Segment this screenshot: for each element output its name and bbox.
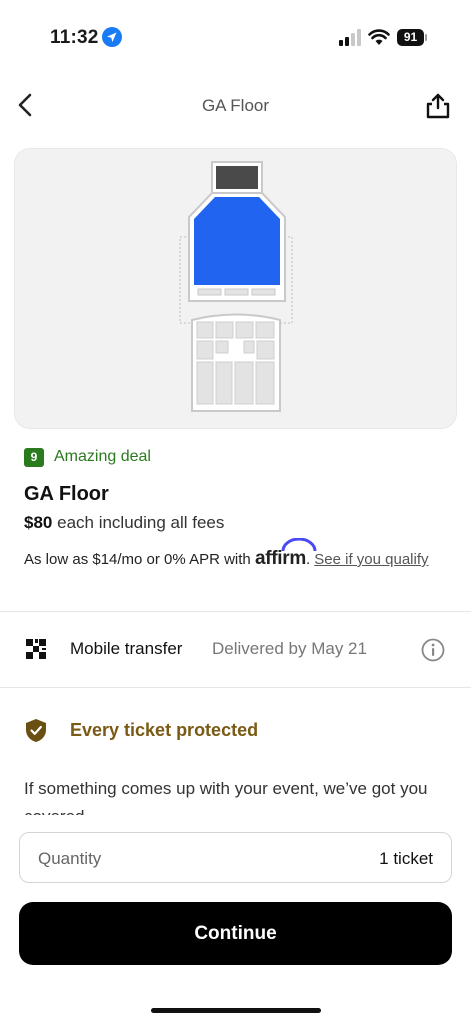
quantity-label: Quantity <box>38 849 102 868</box>
deal-score-badge: 9 <box>24 448 44 467</box>
section-title: GA Floor <box>24 483 109 505</box>
venue-seat-map[interactable] <box>14 148 457 429</box>
qr-code-icon <box>26 639 46 659</box>
delivery-method: Mobile transfer <box>70 639 183 658</box>
ticket-price: $80 <box>24 513 53 532</box>
cellular-signal-icon <box>339 29 361 46</box>
price-line: $80 each including all fees <box>24 513 224 533</box>
quantity-value: 1 ticket <box>379 849 433 868</box>
venue-map-drawing <box>179 161 293 412</box>
see-if-you-qualify-link[interactable]: See if you qualify <box>314 551 428 568</box>
page-title: GA Floor <box>201 96 270 115</box>
home-indicator <box>151 1008 321 1013</box>
map-floor-row <box>251 288 276 296</box>
deal-label: Amazing deal <box>54 448 151 465</box>
divider <box>0 611 471 612</box>
quantity-selector[interactable]: Quantity 1 ticket <box>19 832 452 883</box>
battery-level: 91 <box>397 29 424 46</box>
map-lower-sections <box>196 321 275 405</box>
status-time: 11:32 <box>50 27 99 48</box>
protection-title: Every ticket protected <box>70 720 259 740</box>
price-suffix: each including all fees <box>57 513 225 532</box>
wifi-icon <box>368 29 390 45</box>
info-icon[interactable] <box>421 638 445 662</box>
affirm-arc-icon <box>281 538 317 552</box>
shield-check-icon <box>26 719 46 742</box>
map-floor-row <box>224 288 249 296</box>
battery-nub <box>425 34 427 41</box>
divider <box>0 687 471 688</box>
map-ga-floor-section[interactable] <box>194 197 280 285</box>
map-floor-row <box>197 288 222 296</box>
delivery-date: Delivered by May 21 <box>212 639 367 658</box>
continue-button[interactable]: Continue <box>19 902 452 965</box>
location-arrow-icon <box>102 27 122 47</box>
affirm-logo: affirm <box>255 538 317 569</box>
map-stage <box>216 166 258 189</box>
financing-text: As low as $14/mo or 0% APR with <box>24 551 251 568</box>
battery-indicator: 91 <box>397 29 429 46</box>
financing-info: As low as $14/mo or 0% APR with affirm. … <box>24 538 444 570</box>
share-icon[interactable] <box>425 92 451 120</box>
protection-description: If something comes up with your event, w… <box>24 779 428 815</box>
